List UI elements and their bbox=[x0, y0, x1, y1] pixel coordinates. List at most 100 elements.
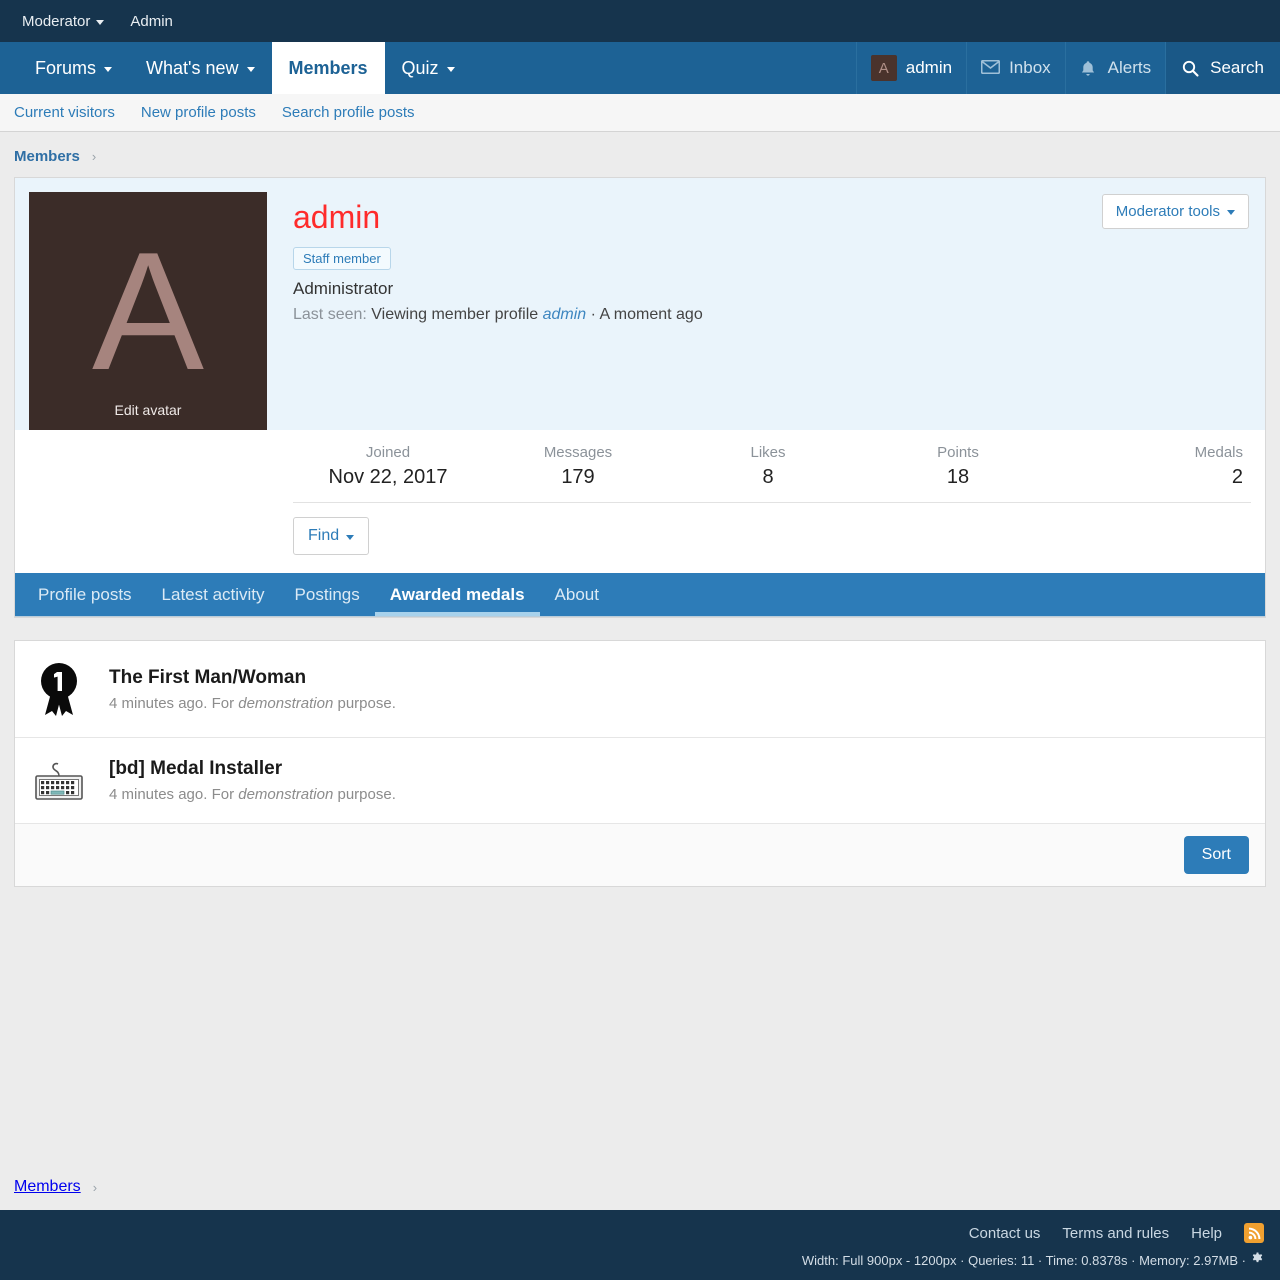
nav-item-forums-label: Forums bbox=[35, 57, 97, 78]
nav-item-members[interactable]: Members bbox=[271, 42, 385, 94]
topbar-moderator-label: Moderator bbox=[22, 12, 91, 30]
profile-card: A Edit avatar admin Staff member Adminis… bbox=[14, 177, 1266, 618]
last-seen-label: Last seen: bbox=[293, 306, 367, 324]
tab-awarded-medals[interactable]: Awarded medals bbox=[374, 573, 540, 616]
nav-alerts-label: Alerts bbox=[1107, 58, 1152, 77]
footer-terms-and-rules[interactable]: Terms and rules bbox=[1062, 1225, 1169, 1242]
stat-likes: Likes 8 bbox=[673, 444, 863, 489]
ribbon-medal-icon bbox=[31, 661, 87, 717]
nav-inbox[interactable]: Inbox bbox=[966, 42, 1065, 94]
subnav-current-visitors[interactable]: Current visitors bbox=[14, 104, 115, 121]
footer-stats: Width: Full 900px - 1200px · Queries: 11… bbox=[0, 1252, 1280, 1280]
subnav-new-profile-posts[interactable]: New profile posts bbox=[141, 104, 256, 121]
envelope-icon bbox=[981, 60, 1001, 76]
stat-joined-label: Joined bbox=[365, 444, 411, 461]
breadcrumb-bottom-members-link[interactable]: Members bbox=[14, 1178, 81, 1196]
chevron-down-icon bbox=[104, 66, 113, 72]
nav-search[interactable]: Search bbox=[1165, 42, 1280, 94]
find-button[interactable]: Find bbox=[293, 517, 370, 555]
subnav-search-profile-posts[interactable]: Search profile posts bbox=[282, 104, 415, 121]
stat-joined-value: Nov 22, 2017 bbox=[328, 466, 448, 488]
nav-account-area: A admin Inbox Alerts Search bbox=[855, 42, 1280, 94]
medal-desc-post: purpose. bbox=[337, 694, 396, 712]
tab-about[interactable]: About bbox=[540, 573, 614, 616]
tab-postings[interactable]: Postings bbox=[280, 573, 375, 616]
last-seen-profile-link[interactable]: admin bbox=[543, 306, 587, 323]
breadcrumb-bottom: Members › bbox=[0, 1164, 1280, 1210]
profile-header: A Edit avatar admin Staff member Adminis… bbox=[15, 178, 1265, 430]
list-item[interactable]: The First Man/Woman 4 minutes ago. For d… bbox=[15, 641, 1265, 738]
rss-icon[interactable] bbox=[1244, 1223, 1264, 1243]
edit-avatar-button[interactable]: Edit avatar bbox=[29, 402, 267, 418]
nav-item-quiz[interactable]: Quiz bbox=[385, 42, 472, 94]
moderator-tools-button[interactable]: Moderator tools bbox=[1101, 194, 1249, 229]
medal-description: 4 minutes ago. For demonstration purpose… bbox=[109, 786, 396, 803]
stat-likes-label: Likes bbox=[750, 444, 786, 461]
nav-item-whats-new[interactable]: What's new bbox=[129, 42, 271, 94]
status-badge: Staff member bbox=[293, 247, 391, 271]
chevron-down-icon bbox=[1227, 210, 1235, 215]
topbar-moderator-link[interactable]: Moderator bbox=[22, 12, 105, 30]
stat-medals-label: Medals bbox=[1194, 444, 1243, 461]
nav-item-forums[interactable]: Forums bbox=[18, 42, 129, 94]
medal-desc-post: purpose. bbox=[337, 786, 396, 803]
chevron-down-icon bbox=[346, 534, 355, 540]
list-item[interactable]: [bd] Medal Installer 4 minutes ago. For … bbox=[15, 738, 1265, 824]
nav-alerts[interactable]: Alerts bbox=[1064, 42, 1165, 94]
keyboard-icon bbox=[31, 759, 87, 803]
avatar-letter: A bbox=[91, 217, 205, 405]
last-seen-activity: Viewing member profile bbox=[371, 306, 539, 324]
list-item-content: [bd] Medal Installer 4 minutes ago. For … bbox=[109, 758, 396, 803]
tab-latest-activity[interactable]: Latest activity bbox=[147, 573, 280, 616]
breadcrumb-members-link[interactable]: Members bbox=[14, 148, 80, 165]
chevron-down-icon bbox=[446, 66, 455, 72]
medal-title: The First Man/Woman bbox=[109, 666, 307, 688]
find-button-label: Find bbox=[308, 527, 340, 544]
stat-joined: Joined Nov 22, 2017 bbox=[293, 444, 483, 489]
nav-account-user[interactable]: A admin bbox=[855, 42, 966, 94]
footer-help[interactable]: Help bbox=[1191, 1225, 1222, 1242]
content-wrapper: A Edit avatar admin Staff member Adminis… bbox=[0, 177, 1280, 887]
stat-points-value: 18 bbox=[946, 466, 970, 488]
medal-time: 4 minutes ago. bbox=[109, 694, 208, 712]
topbar-admin-link[interactable]: Admin bbox=[130, 13, 173, 30]
profile-tabs: Profile posts Latest activity Postings A… bbox=[15, 573, 1265, 617]
nav-item-quiz-label: Quiz bbox=[401, 57, 439, 78]
stat-messages-label: Messages bbox=[543, 444, 613, 461]
chevron-right-icon: › bbox=[92, 1179, 98, 1195]
chevron-down-icon bbox=[96, 19, 105, 25]
awarded-medals-list: The First Man/Woman 4 minutes ago. For d… bbox=[14, 640, 1266, 887]
page-root: Moderator Admin Forums What's new Member… bbox=[0, 0, 1280, 1280]
stats-row: Joined Nov 22, 2017 Messages 179 Likes 8… bbox=[293, 444, 1251, 503]
nav-inbox-label: Inbox bbox=[1009, 58, 1051, 77]
top-account-bar: Moderator Admin bbox=[0, 0, 1280, 42]
avatar: A bbox=[870, 55, 897, 81]
stat-messages-value: 179 bbox=[561, 466, 595, 488]
profile-user-title: Administrator bbox=[293, 279, 394, 299]
profile-stats: Joined Nov 22, 2017 Messages 179 Likes 8… bbox=[15, 430, 1265, 503]
footer-contact-us[interactable]: Contact us bbox=[969, 1225, 1041, 1242]
footer-stats-text: Width: Full 900px - 1200px · Queries: 11… bbox=[801, 1252, 1246, 1268]
list-item-content: The First Man/Woman 4 minutes ago. For d… bbox=[109, 667, 396, 712]
gear-icon[interactable] bbox=[1251, 1252, 1264, 1268]
search-icon bbox=[1182, 60, 1201, 77]
medal-title: [bd] Medal Installer bbox=[109, 758, 283, 779]
tab-profile-posts[interactable]: Profile posts bbox=[23, 573, 147, 616]
stat-points-label: Points bbox=[937, 444, 979, 461]
sort-button[interactable]: Sort bbox=[1183, 836, 1249, 874]
medal-desc-emphasis: demonstration bbox=[238, 694, 334, 712]
medals-footer: Sort bbox=[15, 824, 1265, 886]
chevron-right-icon: › bbox=[91, 149, 97, 164]
nav-account-username: admin bbox=[905, 58, 953, 77]
nav-search-label: Search bbox=[1210, 58, 1264, 77]
medal-desc-pre: For bbox=[211, 694, 235, 712]
footer-links: Contact us Terms and rules Help bbox=[0, 1210, 1280, 1252]
medal-description: 4 minutes ago. For demonstration purpose… bbox=[109, 695, 396, 712]
medal-desc-pre: For bbox=[211, 786, 235, 803]
sub-navigation: Current visitors New profile posts Searc… bbox=[0, 94, 1280, 132]
moderator-tools-label: Moderator tools bbox=[1115, 203, 1220, 220]
stat-medals: Medals 2 bbox=[1053, 444, 1251, 489]
profile-actions: Find bbox=[15, 503, 1265, 573]
profile-avatar[interactable]: A Edit avatar bbox=[29, 192, 267, 430]
find-avatar-gap bbox=[29, 517, 267, 555]
